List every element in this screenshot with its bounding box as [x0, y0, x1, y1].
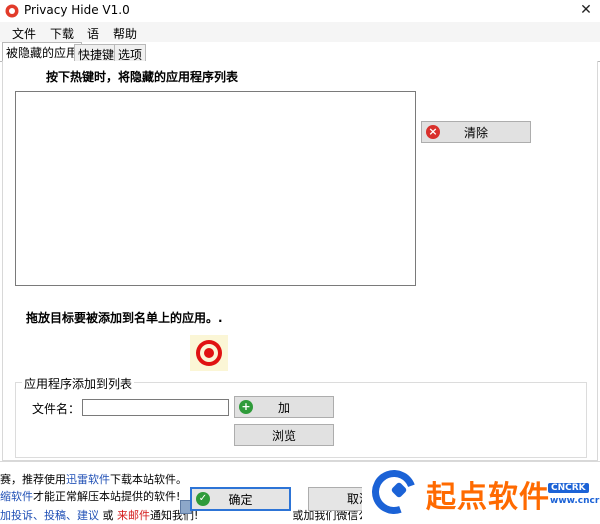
browse-button-label: 浏览	[271, 428, 296, 443]
thunder-link[interactable]: 迅雷软件	[66, 473, 110, 486]
tab-hotkeys[interactable]: 快捷键	[74, 44, 119, 62]
email-link[interactable]: 来邮件	[117, 509, 150, 522]
app-logo-icon	[5, 4, 19, 18]
drag-target-icon[interactable]	[190, 335, 228, 371]
tab-hidden-apps[interactable]: 被隐藏的应用	[2, 42, 83, 63]
filename-input[interactable]	[82, 399, 229, 416]
cancel-button[interactable]: 取消	[308, 487, 362, 511]
title-bar: Privacy Hide V1.0 ✕	[0, 0, 600, 22]
menu-language[interactable]: 语	[87, 25, 99, 42]
add-button[interactable]: + 加	[234, 396, 334, 418]
hotkey-list-label: 按下热键时，将隐藏的应用程序列表	[46, 70, 239, 84]
menu-help[interactable]: 帮助	[113, 25, 137, 42]
menu-download[interactable]: 下载	[50, 25, 74, 42]
clear-icon: ×	[426, 125, 440, 139]
menu-file[interactable]: 文件	[12, 25, 36, 42]
footer-line-2: 缩软件才能正常解压本站提供的软件!	[0, 490, 181, 503]
ok-button[interactable]: ✓ 确定	[190, 487, 291, 511]
tab-options[interactable]: 选项	[114, 44, 147, 62]
watermark-logo: 起点软件 CNCRK www.cncrk.com	[362, 462, 600, 524]
drag-target-label: 拖放目标要被添加到名单上的应用。.	[26, 311, 223, 325]
brand-badge: CNCRK	[548, 483, 589, 493]
unzip-link[interactable]: 缩软件	[0, 490, 33, 503]
brand-name: 起点软件	[426, 480, 550, 515]
add-app-group	[15, 382, 587, 458]
submit-link[interactable]: 投稿	[44, 509, 66, 522]
add-icon: +	[239, 400, 253, 414]
ok-button-label: 确定	[228, 492, 253, 507]
close-icon[interactable]: ✕	[578, 1, 594, 19]
footer-line-1: 赛，推荐使用迅雷软件下载本站软件。	[0, 473, 187, 486]
brand-url: www.cncrk.com	[550, 496, 600, 506]
hidden-apps-list[interactable]	[15, 91, 416, 286]
complaint-link[interactable]: 加投诉	[0, 509, 33, 522]
browse-button[interactable]: 浏览	[234, 424, 334, 446]
filename-label: 文件名：	[32, 402, 81, 416]
clear-button[interactable]: × 清除	[421, 121, 531, 143]
window-title: Privacy Hide V1.0	[24, 3, 130, 17]
menu-bar: 文件 下载 语 帮助	[0, 22, 600, 42]
suggest-link[interactable]: 建议	[77, 509, 99, 522]
add-app-group-title: 应用程序添加到列表	[22, 375, 135, 392]
ok-icon: ✓	[196, 492, 210, 506]
add-button-label: 加	[277, 400, 290, 415]
clear-button-label: 清除	[463, 125, 488, 140]
tab-strip: 被隐藏的应用 快捷键 选项	[0, 42, 600, 63]
